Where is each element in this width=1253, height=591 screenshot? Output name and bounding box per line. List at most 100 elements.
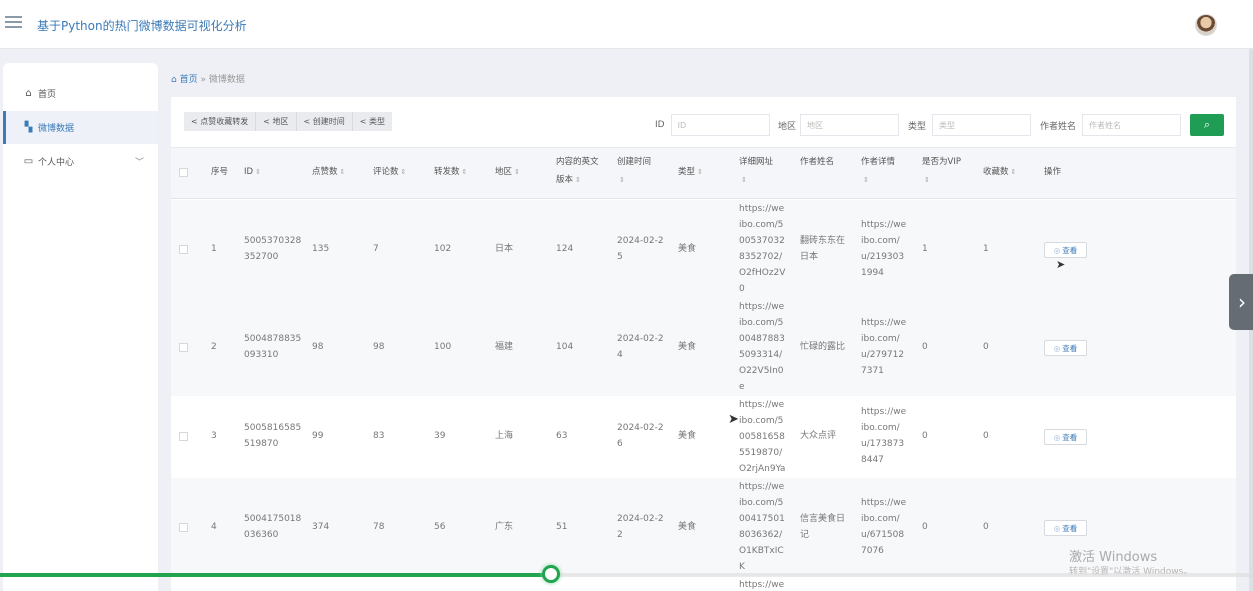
video-progress-handle[interactable] [542, 565, 560, 583]
row-checkbox[interactable] [179, 523, 188, 532]
col-index: 序号 [211, 167, 229, 177]
cell-comments: 83 [373, 431, 385, 441]
col-detail-url[interactable]: 详细网址 ⇕ [739, 153, 773, 189]
author-input[interactable] [1082, 114, 1182, 136]
cell-vip: 0 [922, 522, 928, 532]
cell-detail-url[interactable]: https://we ibo.com/5 00537032 8352702/O2fHO… [739, 201, 785, 297]
breadcrumb-separator: » [200, 75, 206, 85]
mouse-cursor-icon: ➤ [1056, 258, 1066, 271]
sidebar-item-label: 个人中心 [38, 158, 75, 168]
table-row[interactable]: 1 5005370328 352700 135 7 102 日本 124 2024… [171, 200, 1236, 298]
col-region[interactable]: 地区 ⇕ [495, 163, 520, 181]
cell-author-url[interactable]: https://we ibo.com/u/279712 7371 [861, 315, 906, 379]
sort-arrows-icon: ⇕ [1010, 168, 1017, 176]
col-id[interactable]: ID ⇕ [244, 163, 261, 181]
author-filter-label: 作者姓名 [1040, 121, 1077, 132]
home-icon: ⌂ [25, 88, 32, 99]
col-reposts[interactable]: 转发数 ⇕ [434, 163, 467, 181]
sidebar-item-home[interactable]: ⌂ 首页 [3, 77, 158, 110]
cell-detail-url[interactable]: https://we ibo.com/5 00581658 5519870/O2rjA… [739, 397, 785, 477]
sort-by-region-button[interactable]: < 地区 [256, 112, 297, 131]
chevron-down-icon[interactable]: ﹀ [135, 155, 144, 168]
user-avatar[interactable] [1195, 14, 1217, 36]
id-input[interactable] [670, 114, 770, 136]
sidebar-item-label: 首页 [38, 90, 57, 100]
cell-type: 美食 [678, 342, 697, 352]
sort-arrows-icon: ⇕ [255, 168, 261, 176]
cell-detail-url[interactable]: https://we ibo.com/5 00417501 8036362/O1KBT… [739, 479, 785, 575]
mouse-cursor-icon: ➤ [728, 412, 739, 427]
cell-reposts: 56 [434, 522, 446, 532]
sidebar-item-weibo-data[interactable]: ▚ 微博数据 [3, 111, 158, 144]
cell-detail-url[interactable]: https://we ibo.com/5 00487883 5093314/O22V5… [739, 299, 785, 395]
sort-arrows-icon: ⇕ [575, 176, 581, 184]
table-row[interactable]: 2 5004878835 093310 98 98 100 福建 104 2024… [171, 298, 1236, 396]
cell-comments: 98 [373, 342, 385, 352]
type-input[interactable] [932, 114, 1032, 136]
cell-type: 美食 [678, 244, 697, 254]
menu-toggle-icon[interactable] [5, 16, 22, 30]
col-english-content[interactable]: 内容的英文 版本 ⇕ [556, 153, 599, 189]
cell-author-url[interactable]: https://we ibo.com/u/173873 8447 [861, 404, 906, 468]
col-author-detail[interactable]: 作者详情 ⇕ [861, 153, 895, 189]
cell-likes: 374 [312, 522, 330, 532]
region-filter: 地区 [778, 114, 900, 136]
sort-arrows-icon: ⇕ [339, 168, 346, 176]
table-row[interactable]: https://we [171, 576, 1236, 591]
sort-by-engagement-button[interactable]: < 点赞收藏转发 [184, 112, 257, 131]
windows-activation-title: 激活 Windows [1069, 550, 1158, 565]
col-vip[interactable]: 是否为VIP ⇕ [922, 153, 961, 189]
cell-english-content: 51 [556, 522, 568, 532]
cell-author-url[interactable]: https://we ibo.com/u/219303 1994 [861, 217, 906, 281]
cell-created: 2024-02-2 5 [617, 236, 664, 262]
cell-type: 美食 [678, 522, 697, 532]
next-arrow-button[interactable]: › [1229, 274, 1253, 330]
region-filter-label: 地区 [778, 121, 797, 132]
sort-by-type-button[interactable]: < 类型 [352, 112, 392, 131]
cell-english-content: 63 [556, 431, 568, 441]
cell-vip: 0 [922, 342, 928, 352]
cell-author: 忙碌的露比 [800, 342, 846, 352]
row-checkbox[interactable] [179, 343, 188, 352]
cell-detail-url[interactable]: https://we [739, 577, 784, 591]
cell-favorites: 0 [983, 522, 989, 532]
sort-by-created-button[interactable]: < 创建时间 [296, 112, 353, 131]
sort-arrows-icon: ⇕ [697, 168, 703, 176]
breadcrumb-home[interactable]: ⌂ 首页 [171, 75, 198, 85]
cell-index: 4 [211, 522, 217, 532]
col-favorites[interactable]: 收藏数 ⇕ [983, 163, 1016, 181]
region-input[interactable] [800, 114, 900, 136]
type-filter: 类型 [908, 114, 1032, 136]
cell-comments: 78 [373, 522, 385, 532]
author-filter: 作者姓名 [1040, 114, 1182, 136]
view-button[interactable]: ◎ 查看 [1044, 429, 1087, 445]
search-button[interactable]: ⌕ [1190, 114, 1224, 136]
cell-author-url[interactable]: https://we ibo.com/u/671508 7076 [861, 495, 906, 559]
cell-created: 2024-02-2 6 [617, 423, 664, 449]
col-comments[interactable]: 评论数 ⇕ [373, 163, 406, 181]
chevron-right-icon: › [1238, 290, 1246, 314]
cell-english-content: 124 [556, 244, 574, 254]
profile-card-icon: ▭ [23, 156, 34, 167]
row-checkbox[interactable] [179, 245, 188, 254]
sort-arrows-icon: ⇕ [741, 176, 747, 184]
cell-author: 信言美食日记 [800, 514, 846, 540]
cell-reposts: 102 [434, 244, 452, 254]
view-button[interactable]: ◎ 查看 [1044, 520, 1087, 536]
row-checkbox[interactable] [179, 432, 188, 441]
view-button[interactable]: ◎ 查看 [1044, 340, 1087, 356]
cell-vip: 0 [922, 431, 928, 441]
cell-english-content: 104 [556, 342, 574, 352]
table-header: 序号 ID ⇕ 点赞数 ⇕ 评论数 ⇕ 转发数 ⇕ 地区 ⇕ 内容的英文 版本 ⇕ 创建时间 ⇕… [171, 147, 1236, 199]
select-all-checkbox[interactable] [179, 168, 188, 177]
cell-comments: 7 [373, 244, 379, 254]
sidebar-item-personal-center[interactable]: ▭ 个人中心 ﹀ [3, 145, 158, 178]
table-row[interactable]: 3 5005816585 519870 99 83 39 上海 63 2024-0… [171, 396, 1236, 478]
view-button[interactable]: ◎ 查看 [1044, 242, 1087, 258]
eye-icon: ◎ [1053, 432, 1061, 442]
cell-reposts: 100 [434, 342, 452, 352]
sort-arrows-icon: ⇕ [619, 176, 625, 184]
col-type[interactable]: 类型 ⇕ [678, 163, 703, 181]
col-created[interactable]: 创建时间 ⇕ [617, 153, 651, 189]
col-likes[interactable]: 点赞数 ⇕ [312, 163, 345, 181]
